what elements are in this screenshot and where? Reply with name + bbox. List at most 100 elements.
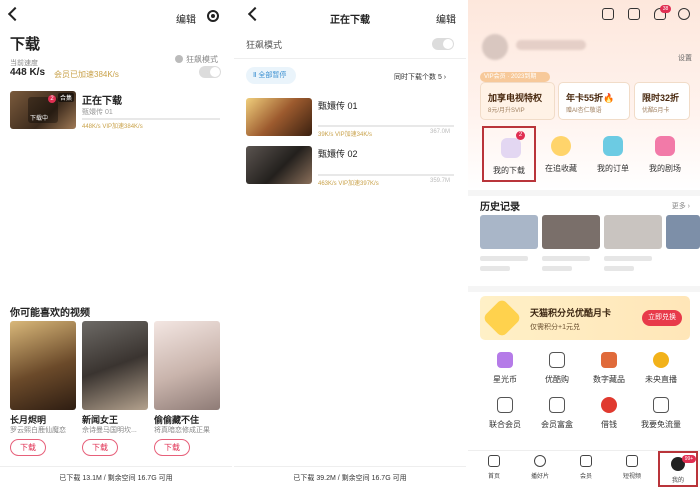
- item-progress-1: [318, 125, 454, 127]
- back-icon[interactable]: [7, 6, 23, 22]
- count-badge: 2: [48, 95, 56, 103]
- edit-button[interactable]: 编辑: [436, 11, 456, 26]
- pause-all-label: 全部暂停: [258, 72, 287, 79]
- downloading-subtitle: 甄嬛传 01: [82, 109, 113, 116]
- favorites-button[interactable]: 在追收藏: [534, 126, 588, 182]
- history-caption-3b: [604, 266, 634, 271]
- concurrent-label: 同时下载个数 5: [394, 74, 442, 81]
- crazy-mode-label: 狂飙模式: [186, 55, 218, 64]
- item-thumbnail-1[interactable]: [246, 98, 312, 136]
- vip-card-title: 加享电视特权: [488, 93, 543, 103]
- grid-item-6[interactable]: 会员富盒: [530, 397, 584, 430]
- vip-card-3[interactable]: 限时32折 优酷5月卡: [634, 82, 690, 120]
- vip-card-sub: 优酷5月卡: [642, 108, 670, 114]
- tv-icon[interactable]: [628, 8, 640, 20]
- grid-item-4[interactable]: 未央直播: [634, 352, 688, 385]
- grid-item-2[interactable]: 优酷购: [530, 352, 584, 385]
- download-button-2[interactable]: 下载: [82, 439, 118, 456]
- history-caption-2b: [542, 266, 572, 271]
- storage-footer: 已下载 13.1M / 剩余空间 16.7G 可用: [59, 475, 173, 482]
- vip-card-1[interactable]: 加享电视特权 8元/月升SVIP: [480, 82, 555, 120]
- theater-icon: [655, 136, 675, 156]
- banner-subtitle: 仅需积分+1元兑: [530, 324, 580, 331]
- my-downloads-button[interactable]: 2 我的下载: [482, 126, 536, 182]
- crazy-mode-toggle[interactable]: [432, 38, 454, 50]
- item-name-1[interactable]: 甄嬛传 01: [318, 99, 358, 112]
- edit-button[interactable]: 编辑: [176, 11, 196, 26]
- item-name-2[interactable]: 甄嬛传 02: [318, 147, 358, 160]
- grid-label: 借钱: [601, 420, 617, 429]
- section-divider: [468, 190, 700, 196]
- chevron-right-icon: ›: [687, 203, 690, 210]
- item-progress-2: [318, 174, 454, 176]
- bee-icon: [653, 352, 669, 368]
- tab-vip[interactable]: 会员: [566, 455, 606, 480]
- poster-2[interactable]: [82, 321, 148, 410]
- tab-me[interactable]: 99+ 我的: [658, 451, 698, 487]
- tab-movies[interactable]: 播好片: [520, 455, 560, 480]
- history-thumbnail-2[interactable]: [542, 215, 600, 249]
- grid-item-5[interactable]: 联合会员: [478, 397, 532, 430]
- history-thumbnail-3[interactable]: [604, 215, 662, 249]
- orders-button[interactable]: 我的订单: [586, 126, 640, 182]
- vip-status-bar[interactable]: VIP会员 · 2023到期: [480, 72, 550, 82]
- theater-button[interactable]: 我的剧场: [638, 126, 692, 182]
- history-title: 历史记录: [480, 202, 520, 213]
- play-icon: [626, 455, 638, 467]
- quick-label: 在追收藏: [545, 164, 577, 173]
- history-caption-1: [480, 256, 528, 261]
- concurrent-setting[interactable]: 同时下载个数 5 ›: [394, 72, 446, 82]
- username[interactable]: [516, 40, 586, 50]
- banner-title: 天猫积分兑优酷月卡: [530, 308, 612, 318]
- download-button-3[interactable]: 下载: [154, 439, 190, 456]
- download-count-badge: 2: [516, 131, 525, 140]
- history-more-link[interactable]: 更多 ›: [672, 201, 690, 211]
- quick-label: 我的订单: [597, 164, 629, 173]
- bottom-tab-bar: 首页 播好片 会员 短视频 99+ 我的: [468, 450, 700, 488]
- page-title: 下载: [10, 36, 41, 53]
- crazy-mode-toggle[interactable]: [199, 66, 221, 78]
- gear-icon[interactable]: [207, 10, 219, 22]
- item-stat-1: 39K/s VIP加速34K/s: [318, 132, 373, 138]
- downloading-stat: 448K/s VIP加速384K/s: [82, 124, 143, 130]
- history-thumbnail-4[interactable]: [666, 215, 700, 249]
- tab-badge: 99+: [682, 455, 696, 463]
- home-icon[interactable]: [602, 8, 614, 20]
- redeem-button[interactable]: 立即兑换: [642, 310, 682, 326]
- grid-item-1[interactable]: 星光币: [478, 352, 532, 385]
- downloading-title[interactable]: 正在下载: [82, 92, 122, 107]
- vip-card-2[interactable]: 年卡55折🔥 赠AI杏仁敬语: [558, 82, 630, 120]
- money-bag-icon: [601, 397, 617, 413]
- vip-card-sub: 赠AI杏仁敬语: [566, 108, 602, 114]
- settings-link[interactable]: 设置: [678, 53, 692, 63]
- history-caption-3: [604, 256, 652, 261]
- recommend-title: 你可能喜欢的视频: [10, 308, 90, 319]
- downloading-thumbnail[interactable]: 合集 2 下载中: [10, 91, 76, 129]
- poster-1[interactable]: [10, 321, 76, 410]
- download-icon: [501, 138, 521, 158]
- download-button-1[interactable]: 下载: [10, 439, 46, 456]
- grid-item-7[interactable]: 借钱: [582, 397, 636, 430]
- grid-item-3[interactable]: 数字藏品: [582, 352, 636, 385]
- scan-icon[interactable]: [678, 8, 690, 20]
- history-thumbnail-1[interactable]: [480, 215, 538, 249]
- grid-item-8[interactable]: 我要免流量: [634, 397, 688, 430]
- promo-banner[interactable]: 天猫积分兑优酷月卡 仅需积分+1元兑 立即兑换: [480, 296, 690, 340]
- home-icon: [488, 455, 500, 467]
- item-size-1: 367.0M: [430, 129, 451, 135]
- pause-all-button[interactable]: Ⅱ 全部暂停: [246, 67, 296, 84]
- rec-desc-1: 罗云熙白鹿仙魔恋: [10, 427, 66, 434]
- top-bar: 正在下载 编辑: [234, 0, 466, 34]
- item-thumbnail-2[interactable]: [246, 146, 312, 184]
- data-free-icon: [653, 397, 669, 413]
- history-caption-2: [542, 256, 590, 261]
- poster-3[interactable]: [154, 321, 220, 410]
- avatar[interactable]: [482, 34, 508, 60]
- crazy-mode-label: 狂飙模式: [246, 40, 283, 50]
- diamond-icon: [580, 455, 592, 467]
- profile-screen: 38 设置 VIP会员 · 2023到期 加享电视特权 8元/月升SVIP 年卡…: [468, 0, 700, 488]
- tab-shorts[interactable]: 短视频: [612, 455, 652, 480]
- history-caption-1b: [480, 266, 510, 271]
- tab-label: 会员: [579, 474, 592, 480]
- tab-home[interactable]: 首页: [474, 455, 514, 480]
